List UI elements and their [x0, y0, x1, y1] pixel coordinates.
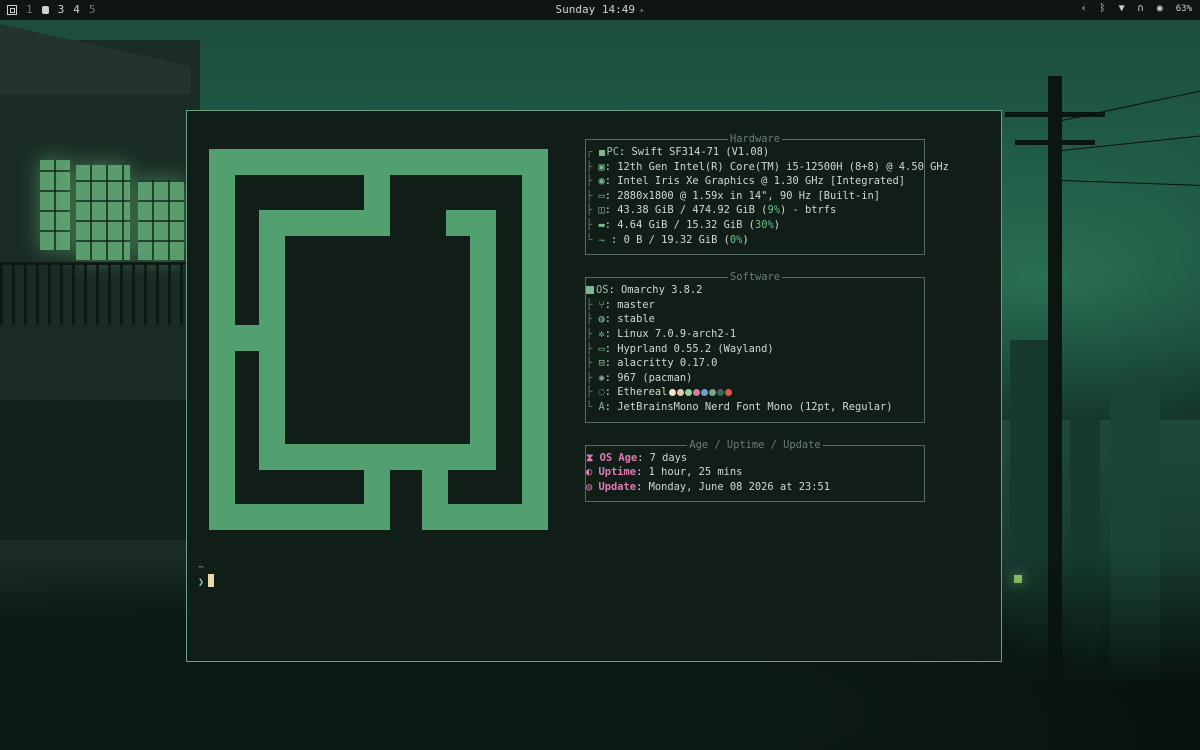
software-section: Software OS: Omarchy 3.8.2 ├ ⑂: master ├…	[585, 271, 925, 423]
text-cursor[interactable]	[208, 574, 215, 587]
theme-swatch	[685, 389, 693, 397]
software-title: Software	[727, 271, 783, 284]
headphones-icon[interactable]: ∩	[1138, 3, 1144, 14]
update-indicator-icon: ✦	[639, 6, 645, 16]
memory-value: 4.64 GiB / 15.32 GiB (	[617, 218, 755, 231]
memory-percent: 30%	[754, 218, 774, 231]
memory-suffix: )	[773, 218, 780, 231]
uptime-label: Uptime	[598, 466, 637, 479]
pc-icon	[598, 150, 605, 156]
terminal-window[interactable]: Hardware ┌ PC: Swift SF314-71 (V1.08) ├ …	[186, 110, 1002, 662]
clock[interactable]: Sunday 14:49 ✦	[0, 3, 1200, 16]
window-manager-value: Hyprland 0.55.2 (Wayland)	[617, 342, 774, 355]
wallpaper-window	[76, 165, 130, 260]
wallpaper-railing	[0, 262, 190, 325]
prompt-symbol: ❯	[198, 577, 205, 588]
update-label: Update	[598, 480, 637, 493]
battery-status[interactable]: 63%	[1176, 4, 1192, 14]
wallpaper-window	[138, 180, 184, 260]
update-value: Monday, June 08 2026 at 23:51	[648, 480, 830, 493]
hardware-title: Hardware	[727, 133, 783, 145]
kernel-value: Linux 7.0.9-arch2-1	[617, 327, 737, 340]
age-uptime-section: Age / Uptime / Update ⧗ OS Age: 7 days ◐…	[585, 438, 925, 503]
disk-suffix: ) - btrfs	[779, 204, 837, 217]
branch-value: master	[617, 298, 655, 311]
power-wire	[1061, 86, 1200, 121]
theme-swatch	[669, 389, 677, 397]
packages-value: 967 (pacman)	[617, 371, 693, 384]
system-tray: ‹ ᛒ ▼ ∩ ◉ 63%	[1081, 3, 1192, 14]
omarchy-ascii-logo	[209, 149, 548, 530]
disk-value: 43.38 GiB / 474.92 GiB (	[617, 204, 768, 217]
top-bar: 1 3 4 5 Sunday 14:49 ✦ ‹ ᛒ ▼ ∩ ◉ 63%	[0, 0, 1200, 20]
cpu-icon[interactable]: ◉	[1157, 3, 1163, 14]
tray-expand-icon[interactable]: ‹	[1081, 3, 1087, 14]
wallpaper-lower-floor	[0, 400, 190, 540]
os-age-value: 7 days	[649, 451, 688, 464]
hourglass-icon: ⧗	[586, 451, 600, 464]
display-value: 2880x1800 @ 1.59x in 14", 90 Hz [Built-i…	[617, 189, 881, 202]
pole-crossbar	[1015, 140, 1095, 145]
wifi-icon[interactable]: ▼	[1119, 3, 1125, 14]
disk-percent: 9%	[767, 204, 780, 217]
swap-suffix: )	[742, 233, 749, 246]
os-value: Omarchy 3.8.2	[621, 284, 703, 297]
clock-text[interactable]: Sunday 14:49	[556, 3, 635, 16]
theme-swatch	[709, 389, 717, 397]
theme-swatch	[717, 389, 725, 397]
os-age-label: OS Age	[599, 451, 638, 464]
gpu-value: Intel Iris Xe Graphics @ 1.30 GHz [Integ…	[617, 175, 906, 188]
fetch-info: Hardware ┌ PC: Swift SF314-71 (V1.08) ├ …	[585, 133, 949, 503]
prompt-directory: ~	[198, 562, 205, 573]
theme-swatch	[677, 389, 685, 397]
hardware-section: Hardware ┌ PC: Swift SF314-71 (V1.08) ├ …	[585, 133, 949, 256]
channel-value: stable	[617, 313, 655, 326]
font-value: JetBrainsMono Nerd Font Mono (12pt, Regu…	[617, 400, 893, 413]
theme-swatch	[701, 389, 709, 397]
theme-color-swatches	[669, 389, 733, 397]
pc-label: PC	[606, 146, 620, 158]
cpu-value: 12th Gen Intel(R) Core(TM) i5-12500H (8+…	[617, 160, 949, 173]
uptime-value: 1 hour, 25 mins	[648, 466, 743, 479]
swap-value: 0 B / 19.32 GiB (	[623, 233, 730, 246]
bluetooth-icon[interactable]: ᛒ	[1100, 3, 1106, 14]
theme-swatch	[725, 389, 733, 397]
theme-value: Ethereal	[617, 386, 668, 399]
age-uptime-title: Age / Uptime / Update	[687, 438, 823, 451]
shell-prompt[interactable]: ~ ❯	[198, 561, 215, 588]
theme-swatch	[693, 389, 701, 397]
wallpaper-window	[40, 160, 70, 250]
os-label: OS	[596, 284, 609, 297]
uptime-icon: ◐	[586, 466, 599, 479]
pc-value: Swift SF314-71 (V1.08)	[631, 146, 770, 158]
update-icon: ◎	[586, 480, 599, 493]
swap-percent: 0%	[729, 233, 743, 246]
os-icon	[586, 286, 594, 295]
terminal-value: alacritty 0.17.0	[617, 357, 718, 370]
